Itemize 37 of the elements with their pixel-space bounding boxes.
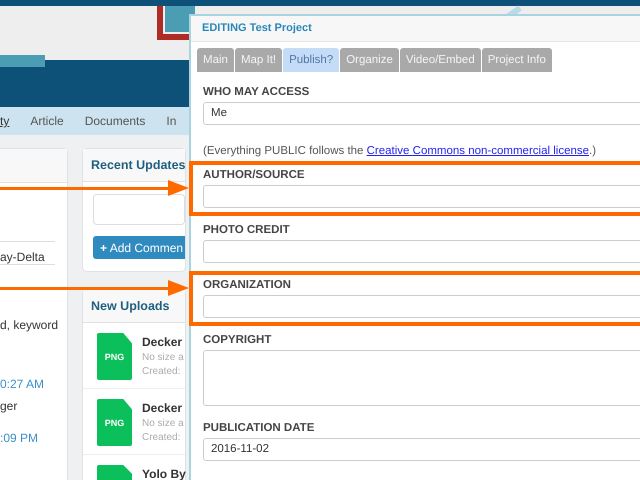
field-label: AUTHOR/SOURCE <box>203 169 306 181</box>
upload-created: Created: <box>142 366 182 377</box>
nav-link[interactable]: Article <box>30 114 64 128</box>
card-title: New Uploads <box>83 290 185 323</box>
card-title: Recent Updates <box>83 149 185 182</box>
license-note: (Everything PUBLIC follows the Creative Commons non-commercial license.) <box>202 144 598 159</box>
item-text: ger <box>0 399 18 413</box>
field-label: PHOTO CREDIT <box>203 224 291 236</box>
file-icon: PNG <box>97 333 132 380</box>
upload-name[interactable]: Decker <box>142 335 184 349</box>
field-label: ORGANIZATION <box>203 279 292 291</box>
tab[interactable]: Publish? <box>283 48 340 72</box>
item-text: ay-Delta <box>0 250 46 264</box>
upload-size: No size a <box>142 418 184 429</box>
add-comment-button[interactable]: + Add Commen <box>93 236 185 259</box>
input-field[interactable] <box>203 185 640 208</box>
field-label: WHO MAY ACCESS <box>203 86 310 98</box>
timestamp-text: 0:27 AM <box>0 377 46 391</box>
nav-link[interactable]: In <box>166 114 176 128</box>
upload-created: Created: <box>142 432 182 443</box>
file-icon: PNG <box>97 399 132 446</box>
item-text: d, keyword <box>0 318 60 332</box>
input-field[interactable]: 2016-11-02 <box>203 438 640 461</box>
input-field[interactable]: Me <box>203 102 640 125</box>
nav-link[interactable]: Documents <box>84 114 146 128</box>
input-field[interactable] <box>203 295 640 318</box>
field-label: PUBLICATION DATE <box>203 422 316 434</box>
nav-link[interactable]: ty <box>0 114 10 128</box>
upload-name[interactable]: Decker <box>142 401 184 415</box>
upload-size: No size a <box>142 352 184 363</box>
input-field[interactable] <box>203 240 640 263</box>
license-link[interactable]: Creative Commons non-commercial license <box>366 145 590 157</box>
dialog-title: EDITING Test Project <box>191 16 640 42</box>
comment-input-field[interactable] <box>93 194 185 225</box>
field-label: COPYRIGHT <box>203 334 272 346</box>
timestamp-text: :09 PM <box>0 431 40 445</box>
text-area[interactable] <box>203 350 640 406</box>
